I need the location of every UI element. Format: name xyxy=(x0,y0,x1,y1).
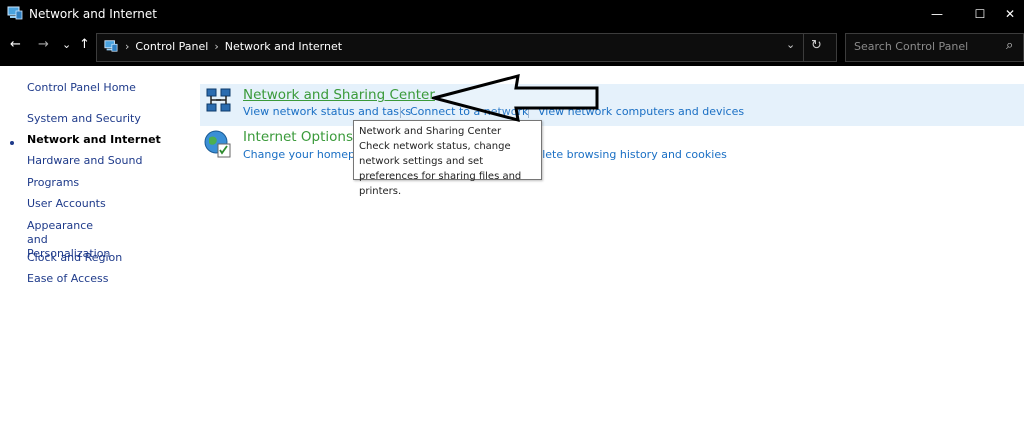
sidebar-item-clock-and-region[interactable]: Clock and Region xyxy=(27,251,122,264)
network-sharing-icon xyxy=(206,88,231,112)
sidebar-item-control-panel-home[interactable]: Control Panel Home xyxy=(27,81,136,94)
delete-browsing-history-link[interactable]: Delete browsing history and cookies xyxy=(527,148,727,161)
minimize-icon: — xyxy=(931,7,943,21)
search-input[interactable] xyxy=(852,39,1006,54)
search-box[interactable]: ⌕ xyxy=(845,33,1024,62)
address-dropdown-icon[interactable]: ⌄ xyxy=(786,38,795,51)
internet-options-link[interactable]: Internet Options xyxy=(243,129,353,145)
network-and-sharing-center-link[interactable]: Network and Sharing Center xyxy=(243,87,435,103)
back-arrow-icon[interactable]: ← xyxy=(10,37,21,52)
annotation-arrow-icon xyxy=(432,74,599,123)
address-field[interactable]: › Control Panel › Network and Internet ⌄… xyxy=(96,33,837,62)
recent-locations-chevron-icon[interactable]: ⌄ xyxy=(62,38,71,51)
control-panel-icon xyxy=(7,6,23,20)
sidebar-item-network-and-internet[interactable]: Network and Internet xyxy=(27,133,161,146)
breadcrumb-control-panel[interactable]: Control Panel xyxy=(135,40,208,53)
sidebar-item-ease-of-access[interactable]: Ease of Access xyxy=(27,272,108,285)
search-icon[interactable]: ⌕ xyxy=(1006,38,1013,53)
breadcrumb-network-and-internet[interactable]: Network and Internet xyxy=(225,40,342,53)
sidebar-item-programs[interactable]: Programs xyxy=(27,176,79,189)
refresh-icon[interactable]: ↻ xyxy=(811,38,822,53)
task-divider xyxy=(400,107,401,118)
close-button[interactable]: ✕ xyxy=(996,0,1024,28)
control-panel-icon xyxy=(104,40,118,52)
sidebar-item-system-and-security[interactable]: System and Security xyxy=(27,112,141,125)
breadcrumb: › Control Panel › Network and Internet xyxy=(103,39,342,53)
up-arrow-icon[interactable]: ↑ xyxy=(79,37,90,52)
tooltip: Network and Sharing Center Check network… xyxy=(353,120,542,197)
title-bar: Network and Internet — ☐ ✕ xyxy=(0,0,1024,28)
minimize-button[interactable]: — xyxy=(914,0,960,28)
breadcrumb-separator-icon: › xyxy=(125,39,130,53)
address-divider xyxy=(803,34,804,61)
address-toolbar: ← → ⌄ ↑ › Control Panel › Network and In… xyxy=(0,28,1024,66)
sidebar-item-hardware-and-sound[interactable]: Hardware and Sound xyxy=(27,154,142,167)
tooltip-title: Network and Sharing Center xyxy=(359,126,502,137)
close-icon: ✕ xyxy=(1004,7,1016,21)
sidebar-item-user-accounts[interactable]: User Accounts xyxy=(27,197,106,210)
tooltip-body: Check network status, change network set… xyxy=(359,141,522,197)
active-bullet-icon xyxy=(10,141,14,145)
view-network-status-link[interactable]: View network status and tasks xyxy=(243,105,411,118)
breadcrumb-separator-icon: › xyxy=(214,39,219,53)
forward-arrow-icon[interactable]: → xyxy=(38,37,49,52)
internet-options-icon xyxy=(204,130,231,158)
maximize-icon: ☐ xyxy=(974,7,986,21)
window-title: Network and Internet xyxy=(29,7,157,21)
